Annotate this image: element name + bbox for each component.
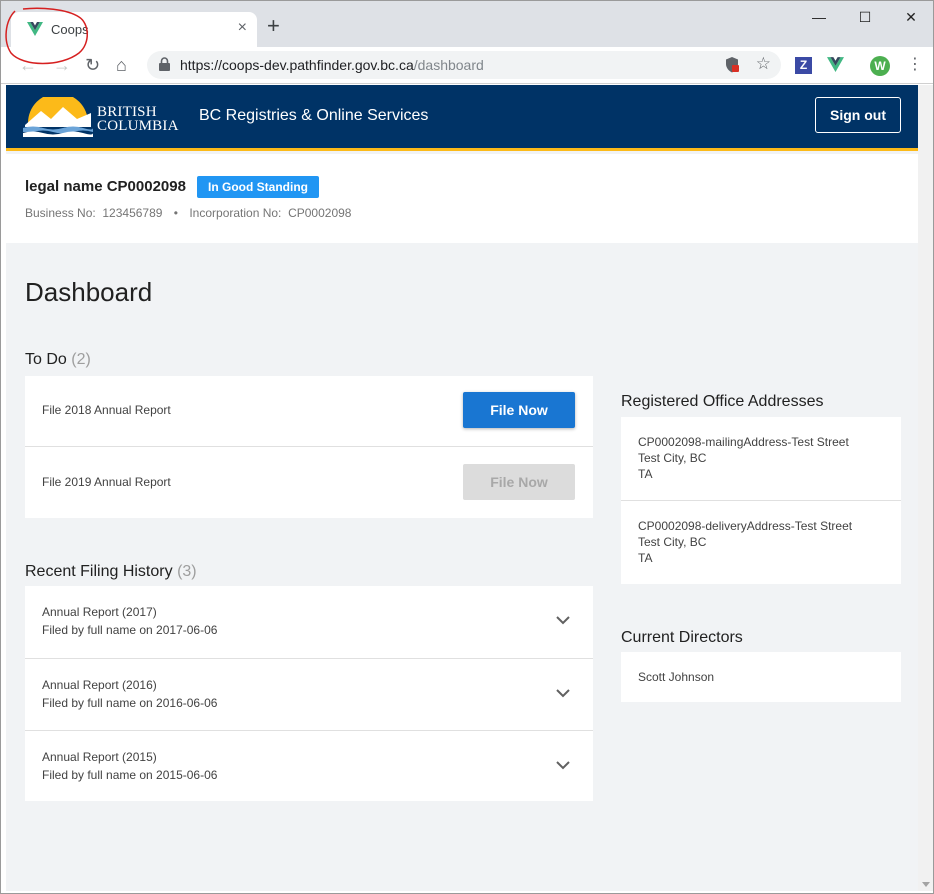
entity-meta: Business No: 123456789 • Incorporation N… [25, 206, 351, 220]
url-path: /dashboard [413, 57, 484, 73]
filing-title: Annual Report (2016) [42, 678, 157, 692]
lock-icon[interactable] [159, 57, 170, 76]
addresses-section-title: Registered Office Addresses [621, 393, 824, 410]
browser-tab[interactable]: Coops × [11, 12, 257, 47]
wordmark-line1: BRITISH [97, 104, 157, 120]
maximize-button[interactable]: ☐ [842, 9, 888, 26]
history-count: (3) [177, 563, 197, 580]
page-scrollbar[interactable] [918, 85, 933, 891]
bc-wordmark: BRITISH COLUMBIA [97, 104, 179, 134]
profile-avatar[interactable]: W [870, 56, 890, 76]
todo-title: To Do [25, 351, 67, 368]
scroll-down-arrow-icon[interactable] [922, 882, 930, 887]
todo-card: File 2018 Annual Report File Now File 20… [25, 376, 593, 518]
url-text: https://coops-dev.pathfinder.gov.bc.ca/d… [180, 57, 484, 73]
filing-history-card: Annual Report (2017) Filed by full name … [25, 586, 593, 801]
address-bar[interactable]: https://coops-dev.pathfinder.gov.bc.ca/d… [147, 51, 781, 79]
url-host: https://coops-dev.pathfinder.gov.bc.ca [180, 57, 414, 73]
minimize-button[interactable]: — [796, 9, 842, 25]
close-tab-icon[interactable]: × [238, 19, 247, 37]
address-line3: TA [638, 551, 653, 565]
todo-item-label: File 2018 Annual Report [42, 403, 171, 417]
app-title: BC Registries & Online Services [199, 107, 429, 124]
browser-menu-icon[interactable]: ⋮ [907, 55, 923, 75]
bc-sun-logo-icon [23, 93, 93, 142]
address-block: CP0002098-mailingAddress-Test Street Tes… [638, 434, 849, 482]
address-line1: CP0002098-mailingAddress-Test Street [638, 435, 849, 449]
filing-title: Annual Report (2015) [42, 750, 157, 764]
forward-button[interactable]: → [53, 55, 71, 75]
history-title: Recent Filing History [25, 563, 173, 580]
tab-title: Coops [51, 22, 89, 37]
status-badge: In Good Standing [197, 176, 319, 198]
vue-logo-icon [27, 22, 43, 41]
legal-name: legal name CP0002098 [25, 178, 186, 195]
new-tab-button[interactable]: + [267, 15, 280, 37]
browser-window: Coops × + — ☐ ✕ ← → ↻ ⌂ https://coops-de… [0, 0, 934, 894]
vue-devtools-icon[interactable] [827, 57, 844, 77]
filing-history-item[interactable]: Annual Report (2015) Filed by full name … [25, 730, 593, 801]
bookmark-star-icon[interactable]: ☆ [756, 54, 771, 74]
filing-history-item[interactable]: Annual Report (2017) Filed by full name … [25, 586, 593, 658]
chevron-down-icon[interactable] [556, 685, 570, 703]
z-extension-icon[interactable]: Z [795, 57, 812, 74]
filing-subtitle: Filed by full name on 2016-06-06 [42, 696, 218, 710]
filing-subtitle: Filed by full name on 2015-06-06 [42, 768, 218, 782]
directors-card: Scott Johnson [621, 652, 901, 702]
todo-item-label: File 2019 Annual Report [42, 475, 171, 489]
filing-title: Annual Report (2017) [42, 605, 157, 619]
file-now-button-disabled: File Now [463, 464, 575, 500]
address-item: CP0002098-deliveryAddress-Test Street Te… [621, 500, 901, 584]
directors-section-title: Current Directors [621, 629, 743, 646]
file-now-button[interactable]: File Now [463, 392, 575, 428]
todo-item: File 2018 Annual Report File Now [25, 376, 593, 446]
chevron-down-icon[interactable] [556, 757, 570, 775]
home-button[interactable]: ⌂ [116, 55, 127, 75]
page-title: Dashboard [25, 277, 153, 307]
incorporation-no-label: Incorporation No: [189, 206, 282, 220]
back-button[interactable]: ← [19, 55, 37, 75]
close-window-button[interactable]: ✕ [888, 9, 934, 26]
reload-button[interactable]: ↻ [85, 55, 100, 75]
address-item: CP0002098-mailingAddress-Test Street Tes… [621, 417, 901, 500]
todo-count: (2) [71, 351, 91, 368]
business-no-label: Business No: [25, 206, 96, 220]
address-line2: Test City, BC [638, 451, 707, 465]
todo-section-title: To Do (2) [25, 351, 91, 369]
page-viewport: BRITISH COLUMBIA BC Registries & Online … [6, 85, 918, 891]
history-section-title: Recent Filing History (3) [25, 563, 197, 581]
app-header: BRITISH COLUMBIA BC Registries & Online … [6, 85, 918, 151]
address-line3: TA [638, 467, 653, 481]
business-no: 123456789 [102, 206, 163, 220]
address-line1: CP0002098-deliveryAddress-Test Street [638, 519, 853, 533]
address-line2: Test City, BC [638, 535, 707, 549]
entity-info-panel: legal name CP0002098 In Good Standing Bu… [6, 154, 918, 243]
meta-separator: • [173, 206, 178, 220]
filing-subtitle: Filed by full name on 2017-06-06 [42, 623, 218, 637]
incorporation-no: CP0002098 [288, 206, 352, 220]
tab-strip: Coops × + — ☐ ✕ [1, 1, 933, 47]
todo-item: File 2019 Annual Report File Now [25, 446, 593, 518]
wordmark-line2: COLUMBIA [97, 118, 179, 134]
addresses-card: CP0002098-mailingAddress-Test Street Tes… [621, 417, 901, 584]
chevron-down-icon[interactable] [556, 612, 570, 630]
browser-toolbar: ← → ↻ ⌂ https://coops-dev.pathfinder.gov… [1, 47, 933, 84]
sign-out-button[interactable]: Sign out [815, 97, 901, 133]
address-block: CP0002098-deliveryAddress-Test Street Te… [638, 518, 852, 566]
director-name: Scott Johnson [638, 670, 715, 684]
filing-history-item[interactable]: Annual Report (2016) Filed by full name … [25, 658, 593, 730]
tracking-shield-icon[interactable] [725, 57, 739, 78]
